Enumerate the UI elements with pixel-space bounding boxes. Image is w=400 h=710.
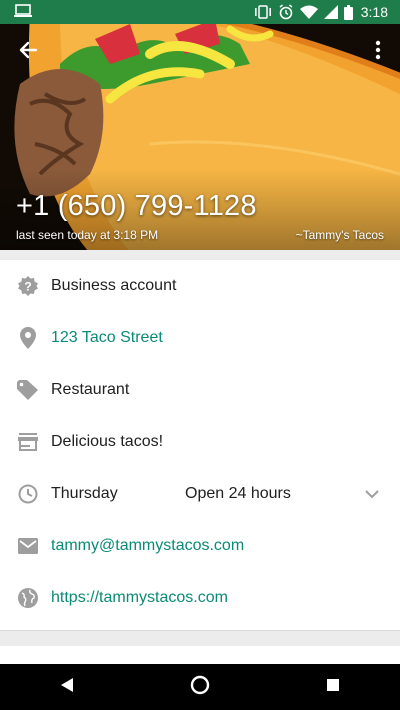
category-row: Restaurant [0,364,400,416]
laptop-icon [14,3,32,21]
website-row[interactable]: https://tammystacos.com [0,572,400,624]
back-triangle-icon [60,677,74,698]
back-button[interactable] [12,36,44,68]
last-seen-status: last seen today at 3:18 PM [16,228,159,242]
tag-icon [17,379,39,401]
contact-header: +1 (650) 799-1128 last seen today at 3:1… [0,24,400,250]
recents-square-icon [326,678,340,697]
wifi-icon [299,5,318,19]
email-icon [17,535,39,557]
category-label: Restaurant [51,381,130,398]
vibrate-icon [254,5,272,19]
nav-back-button[interactable] [47,667,87,707]
globe-icon [17,587,39,609]
home-circle-icon [190,675,210,700]
email-link[interactable]: tammy@tammystacos.com [51,537,244,555]
clock-icon [17,483,39,505]
more-vert-icon [375,40,381,65]
address-link[interactable]: 123 Taco Street [51,329,163,347]
more-options-button[interactable] [366,36,390,68]
location-pin-icon [17,327,39,349]
hours-day: Thursday [51,485,118,502]
hours-value: Open 24 hours [185,485,291,502]
storefront-icon [17,431,39,453]
business-account-row[interactable]: ? Business account [0,260,400,312]
svg-text:?: ? [24,280,31,294]
battery-icon [343,4,353,20]
help-badge-icon: ? [17,275,39,297]
push-name: ~Tammy's Tacos [295,228,384,242]
section-divider [0,250,400,260]
contact-phone-number: +1 (650) 799-1128 [16,190,257,222]
next-section-card [0,646,400,666]
nav-home-button[interactable] [180,667,220,707]
business-info-list: ? Business account 123 Taco Street Resta… [0,260,400,624]
chevron-down-icon[interactable] [364,486,380,502]
business-account-label: Business account [51,277,177,294]
email-row[interactable]: tammy@tammystacos.com [0,520,400,572]
back-arrow-icon [18,40,38,65]
status-bar: 3:18 [0,0,400,24]
status-time: 3:18 [360,4,388,20]
description-label: Delicious tacos! [51,433,164,450]
nav-recents-button[interactable] [313,667,353,707]
system-nav-bar [0,664,400,710]
address-row[interactable]: 123 Taco Street [0,312,400,364]
signal-icon [323,5,338,19]
hours-row[interactable]: Thursday Open 24 hours [0,468,400,520]
alarm-icon [278,4,294,20]
description-row: Delicious tacos! [0,416,400,468]
website-link[interactable]: https://tammystacos.com [51,589,228,607]
